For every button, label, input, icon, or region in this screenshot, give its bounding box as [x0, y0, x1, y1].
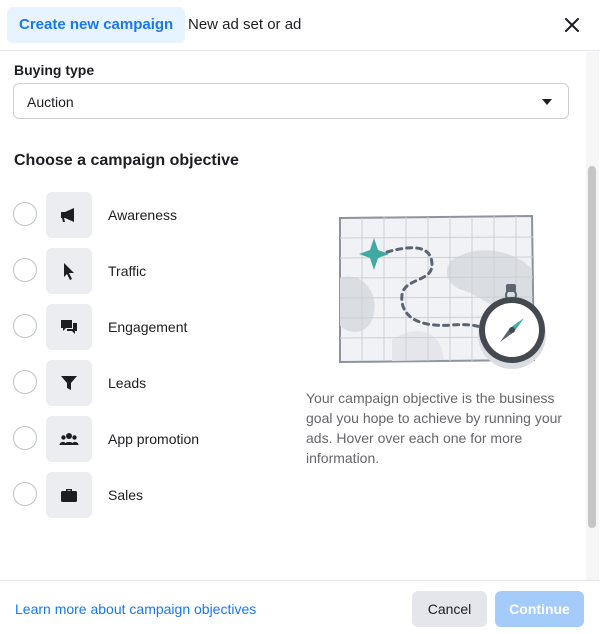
cancel-button[interactable]: Cancel — [412, 591, 487, 627]
dialog-footer: Learn more about campaign objectives Can… — [0, 580, 600, 634]
tab-create-new-campaign[interactable]: Create new campaign — [7, 7, 186, 43]
objective-label: Engagement — [108, 319, 188, 335]
cursor-icon — [46, 248, 92, 294]
scrollbar-thumb[interactable] — [588, 166, 596, 528]
radio-leads[interactable] — [13, 370, 37, 394]
megaphone-icon — [46, 192, 92, 238]
objective-label: Traffic — [108, 263, 147, 279]
dialog-header: Create new campaign New ad set or ad — [0, 0, 600, 51]
tab-new-ad-set-or-ad[interactable]: New ad set or ad — [176, 7, 313, 43]
radio-traffic[interactable] — [13, 258, 37, 282]
objective-traffic[interactable]: Traffic — [12, 248, 262, 294]
objective-label: Leads — [108, 375, 147, 391]
objective-section-title: Choose a campaign objective — [14, 152, 239, 169]
radio-awareness[interactable] — [13, 202, 37, 226]
radio-engagement[interactable] — [13, 314, 37, 338]
funnel-icon — [46, 360, 92, 406]
objective-label: Sales — [108, 487, 144, 503]
continue-button[interactable]: Continue — [495, 591, 584, 627]
radio-app-promotion[interactable] — [13, 426, 37, 450]
objective-awareness[interactable]: Awareness — [12, 192, 262, 238]
objective-description: Your campaign objective is the business … — [306, 390, 563, 466]
objective-engagement[interactable]: Engagement — [12, 304, 262, 350]
objective-label: App promotion — [108, 431, 200, 447]
buying-type-label: Buying type — [14, 62, 95, 78]
chat-bubbles-icon — [46, 304, 92, 350]
buying-type-select[interactable]: Auction — [13, 83, 569, 119]
radio-sales[interactable] — [13, 482, 37, 506]
briefcase-icon — [46, 472, 92, 518]
learn-more-link[interactable]: Learn more about campaign objectives — [15, 601, 256, 617]
chevron-down-icon — [542, 99, 552, 105]
buying-type-value: Auction — [27, 94, 74, 110]
close-icon[interactable] — [562, 14, 582, 36]
objective-sales[interactable]: Sales — [12, 472, 262, 518]
objective-label: Awareness — [108, 207, 178, 223]
objective-leads[interactable]: Leads — [12, 360, 262, 406]
map-compass-illustration — [339, 214, 546, 369]
objective-app-promotion[interactable]: App promotion — [12, 416, 262, 462]
people-icon — [46, 416, 92, 462]
